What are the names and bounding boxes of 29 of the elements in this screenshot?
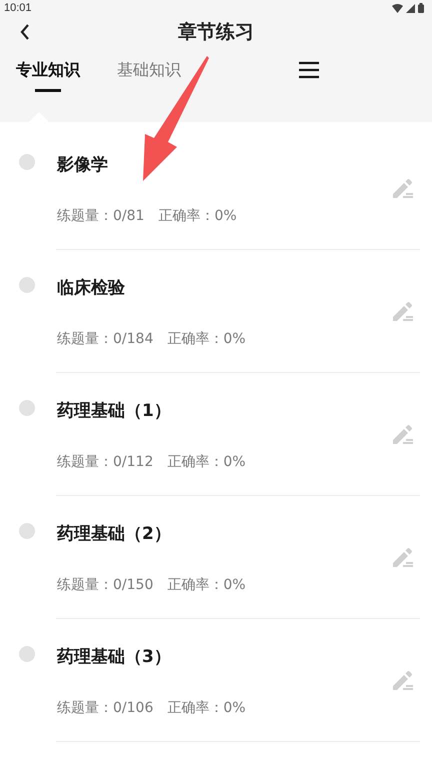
- chapter-stats: 练题量：0/81 正确率：0%: [57, 207, 237, 226]
- status-dot: [19, 154, 35, 170]
- back-button[interactable]: [18, 23, 32, 41]
- status-time: 10:01: [4, 2, 32, 14]
- status-dot: [19, 646, 35, 662]
- status-dot: [19, 277, 35, 293]
- chapter-title[interactable]: 药理基础（2）: [57, 521, 171, 547]
- pencil-icon[interactable]: [391, 178, 413, 199]
- chapter-title[interactable]: 药理基础（3）: [57, 644, 171, 670]
- menu-button[interactable]: [298, 61, 320, 79]
- chapter-stats: 练题量：0/106 正确率：0%: [57, 699, 246, 718]
- pencil-icon[interactable]: [391, 670, 413, 691]
- category-tab[interactable]: 基础知识: [117, 60, 181, 104]
- chapter-stats: 练题量：0/112 正确率：0%: [57, 453, 246, 472]
- pencil-icon[interactable]: [391, 424, 413, 445]
- page-title: 章节练习: [178, 20, 254, 45]
- category-tab[interactable]: 专业知识: [16, 60, 80, 104]
- chapter-title[interactable]: 药理基础（1）: [57, 398, 171, 424]
- signal-icon: [406, 4, 415, 12]
- chapter-stats: 练题量：0/184 正确率：0%: [57, 330, 246, 349]
- chapter-stats: 练题量：0/150 正确率：0%: [57, 576, 246, 595]
- chapter-title[interactable]: 影像学: [57, 152, 108, 178]
- battery-icon: [418, 3, 424, 13]
- status-dot: [19, 400, 35, 416]
- pencil-icon[interactable]: [391, 547, 413, 568]
- chapter-title[interactable]: 临床检验: [57, 275, 125, 301]
- pencil-icon[interactable]: [391, 301, 413, 322]
- status-dot: [19, 523, 35, 539]
- wifi-icon: [392, 4, 403, 12]
